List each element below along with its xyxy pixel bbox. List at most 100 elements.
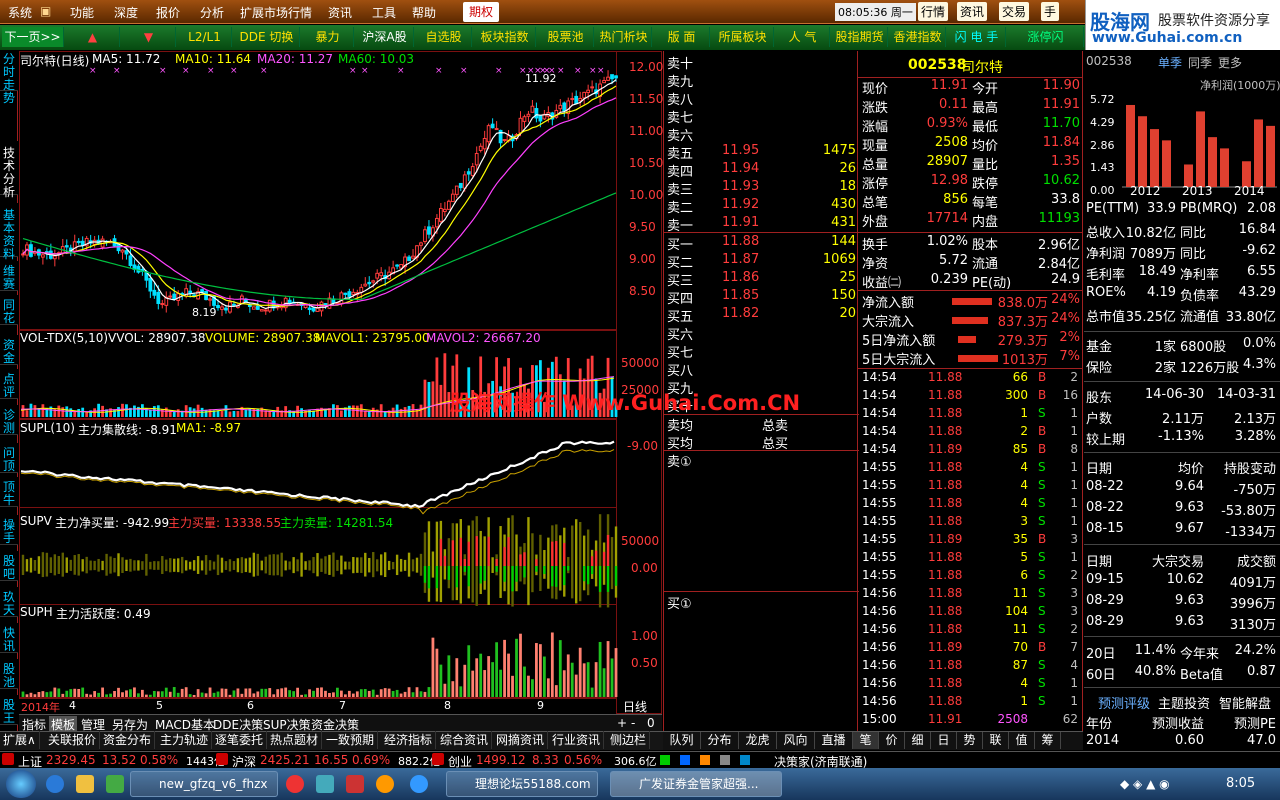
menu-extended[interactable]: 扩展市场行情 <box>240 4 312 21</box>
function-tab[interactable]: 一致预期 <box>323 731 379 749</box>
detail-tab[interactable]: 龙虎 <box>739 732 777 749</box>
left-tab-ask[interactable]: 问顶 <box>0 443 18 473</box>
menu-hand-tab[interactable]: 手 <box>1041 2 1060 21</box>
left-tab-tonghua[interactable]: 同花 <box>0 295 18 325</box>
function-tab[interactable]: 侧边栏 <box>607 731 651 749</box>
left-tab-pool[interactable]: 股池 <box>0 659 18 689</box>
menu-quote[interactable]: 报价 <box>156 4 180 21</box>
detail-tab[interactable]: 价 <box>879 732 905 749</box>
shsz-a-button[interactable]: 沪深A股 <box>356 27 414 47</box>
left-tab-technical[interactable]: 技术分析 <box>0 141 18 199</box>
stock-pool-button[interactable]: 股票池 <box>538 27 594 47</box>
dde-switch-button[interactable]: DDE 切换 <box>234 27 300 47</box>
hot-sector-button[interactable]: 热门析块 <box>596 27 652 47</box>
up-button[interactable]: ▲ <box>66 27 120 47</box>
detail-tab[interactable]: 分布 <box>701 732 739 749</box>
fin-more-link[interactable]: 更多 <box>1218 54 1242 71</box>
buy-price[interactable]: 11.85 <box>722 288 759 303</box>
left-tab-forum[interactable]: 股吧 <box>0 551 18 581</box>
left-tab-jiutian[interactable]: 玖天 <box>0 587 18 617</box>
sell-price[interactable]: 11.91 <box>722 215 759 230</box>
left-tab-comment[interactable]: 点评 <box>0 369 18 399</box>
taskbar-item[interactable]: 理想论坛55188.com <box>446 771 598 797</box>
fin-tab-quarter[interactable]: 单季 <box>1158 54 1182 71</box>
menu-trade-tab[interactable]: 交易 <box>999 2 1030 21</box>
buy-price[interactable]: 11.87 <box>722 252 759 267</box>
left-tab-funds[interactable]: 资金 <box>0 335 18 365</box>
function-tab[interactable]: 网摘资讯 <box>493 731 549 749</box>
detail-tab[interactable]: 细 <box>905 732 931 749</box>
detail-tab[interactable]: 直播 <box>815 732 853 749</box>
left-tab-king[interactable]: 股王 <box>0 695 18 725</box>
menu-news[interactable]: 资讯 <box>328 4 352 21</box>
menu-news-tab[interactable]: 资讯 <box>957 2 988 21</box>
menu-help[interactable]: 帮助 <box>412 4 436 21</box>
menu-futures[interactable]: 期权 <box>463 2 500 22</box>
tray-icons[interactable]: ◆ ◈ ▲ ◉ <box>1120 777 1170 791</box>
menu-tools[interactable]: 工具 <box>372 4 396 21</box>
menu-function[interactable]: 功能 <box>70 4 94 21</box>
fin-tab-same-quarter[interactable]: 同季 <box>1188 54 1212 71</box>
taskbar-item[interactable]: new_gfzq_v6_fhzx <box>130 771 278 797</box>
menu-depth[interactable]: 深度 <box>114 4 138 21</box>
app-icon[interactable] <box>410 775 428 793</box>
prediction-tab[interactable]: 预测评级 <box>1098 693 1150 712</box>
left-tab-topbull[interactable]: 顶牛 <box>0 477 18 507</box>
buy-price[interactable]: 11.82 <box>722 306 759 321</box>
menu-analysis[interactable]: 分析 <box>200 4 224 21</box>
layout-button[interactable]: 版 面 <box>654 27 710 47</box>
hk-index-button[interactable]: 香港指数 <box>890 27 946 47</box>
detail-tab[interactable]: 值 <box>1009 732 1035 749</box>
function-tab[interactable]: 综合资讯 <box>437 731 493 749</box>
zoom-out-button[interactable]: - <box>631 716 635 730</box>
buy-price[interactable]: 11.86 <box>722 270 759 285</box>
function-tab[interactable]: 关联报价 <box>45 731 101 749</box>
function-tab[interactable]: 逐笔委托 <box>212 731 268 749</box>
zoom-in-button[interactable]: + <box>617 716 627 730</box>
next-page-button[interactable]: 下一页>> <box>2 27 64 47</box>
menu-system[interactable]: 系统 <box>8 4 32 21</box>
detail-tab[interactable]: 风向 <box>777 732 815 749</box>
sell-price[interactable]: 11.94 <box>722 161 759 176</box>
left-tab-weisai[interactable]: 维赛 <box>0 261 18 291</box>
index-futures-button[interactable]: 股指期货 <box>832 27 888 47</box>
violence-button[interactable]: 暴力 <box>302 27 354 47</box>
sell-price[interactable]: 11.92 <box>722 197 759 212</box>
l2-l1-button[interactable]: L2/L1 <box>178 27 232 47</box>
left-tab-diagnose[interactable]: 诊测 <box>0 405 18 435</box>
zoom-zero-button[interactable]: 0 <box>647 716 655 730</box>
sector-index-button[interactable]: 板块指数 <box>474 27 536 47</box>
own-sector-button[interactable]: 所属板块 <box>712 27 774 47</box>
left-tab-fundamental[interactable]: 基本资料 <box>0 203 18 261</box>
app-icon[interactable] <box>376 775 394 793</box>
prediction-tab[interactable]: 主题投资 <box>1158 693 1210 712</box>
detail-tab[interactable]: 联 <box>983 732 1009 749</box>
app-icon[interactable] <box>346 775 364 793</box>
left-tab-flash[interactable]: 快讯 <box>0 623 18 653</box>
left-tab-trader[interactable]: 操手 <box>0 515 18 545</box>
detail-tab[interactable]: 日 <box>931 732 957 749</box>
menu-quote-tab[interactable]: 行情 <box>918 2 949 21</box>
watchlist-button[interactable]: 自选股 <box>416 27 472 47</box>
taskbar-item-active[interactable]: 广发证券金管家超强... <box>610 771 782 797</box>
function-tab[interactable]: 扩展∧ <box>0 731 40 749</box>
limit-up-button[interactable]: 涨停闪 <box>1008 27 1084 47</box>
app-icon[interactable] <box>106 775 124 793</box>
detail-tab[interactable]: 笔 <box>853 732 879 749</box>
sell-price[interactable]: 11.95 <box>722 143 759 158</box>
detail-tab[interactable]: 筹 <box>1035 732 1061 749</box>
popularity-button[interactable]: 人 气 <box>776 27 830 47</box>
prediction-tab[interactable]: 智能解盘 <box>1219 693 1271 712</box>
down-button[interactable]: ▼ <box>122 27 176 47</box>
app-icon[interactable] <box>286 775 304 793</box>
detail-tab[interactable]: 势 <box>957 732 983 749</box>
detail-tab[interactable]: 队列 <box>663 732 701 749</box>
sell-price[interactable]: 11.93 <box>722 179 759 194</box>
folder-icon[interactable] <box>76 775 94 793</box>
left-tab-intraday[interactable]: 分时走势 <box>0 51 18 105</box>
function-tab[interactable]: 资金分布 <box>100 731 156 749</box>
flash-hand-button[interactable]: 闪 电 手 <box>948 27 1006 47</box>
function-tab[interactable]: 经济指标 <box>381 731 437 749</box>
buy-price[interactable]: 11.88 <box>722 234 759 249</box>
function-tab[interactable]: 热点题材 <box>267 731 323 749</box>
